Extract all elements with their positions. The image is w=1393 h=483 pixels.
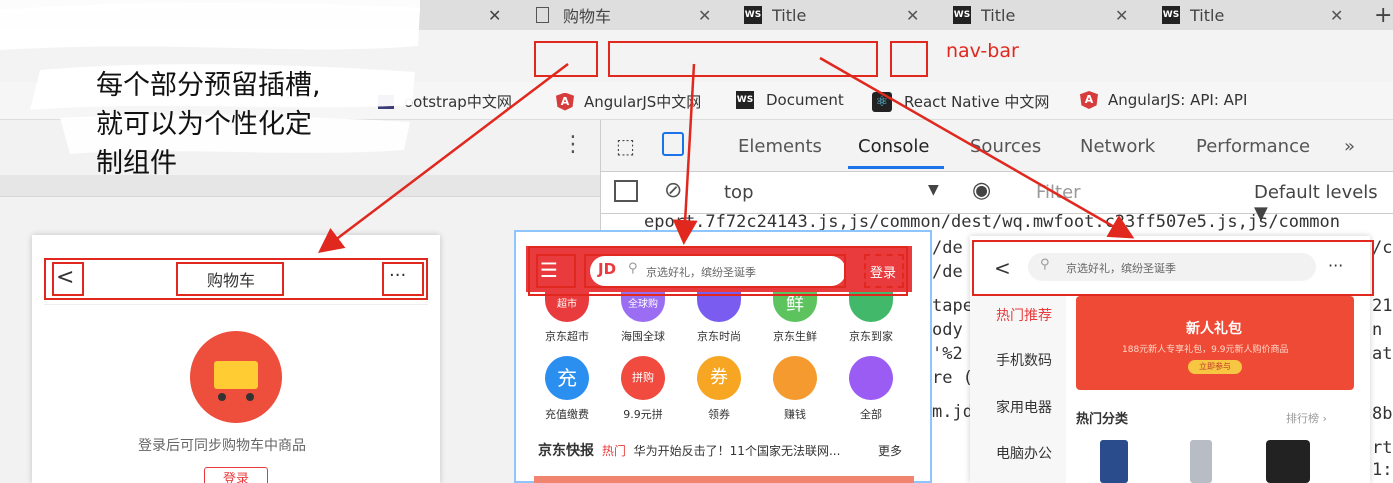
- arrow-line: [819, 56, 1135, 239]
- annotation-line: 每个部分预留插槽,: [96, 70, 321, 101]
- annotation-line: 制组件: [96, 148, 177, 179]
- annotation-line: 就可以为个性化定: [96, 109, 312, 140]
- annotation-note: 每个部分预留插槽, 就可以为个性化定 制组件: [96, 66, 321, 183]
- arrow-line: [672, 63, 698, 245]
